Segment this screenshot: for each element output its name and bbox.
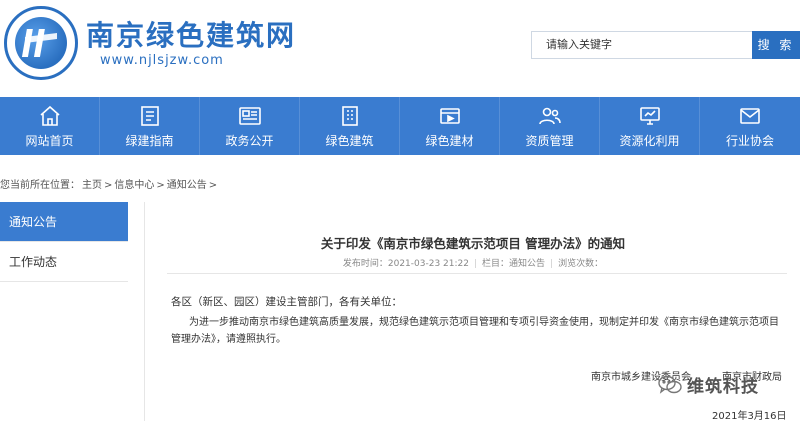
nav-label: 资源化利用 xyxy=(619,133,680,148)
nav-label: 绿色建筑 xyxy=(325,133,374,148)
breadcrumb-link-info[interactable]: 信息中心 xyxy=(114,180,154,191)
nav-label: 行业协会 xyxy=(725,133,774,148)
breadcrumb-separator: > xyxy=(156,180,165,191)
nav-item-recycling[interactable]: 资源化利用 xyxy=(600,97,700,155)
article-salutation: 各区（新区、园区）建设主管部门，各有关单位： xyxy=(171,296,402,308)
search-input[interactable]: 请输入关键字 xyxy=(531,31,753,59)
nav-label: 政务公开 xyxy=(225,133,274,148)
publish-time: 发布时间：2021-03-23 21:22 xyxy=(342,259,469,269)
meta-divider: | xyxy=(473,259,478,269)
article-date: 2021年3月16日 xyxy=(712,411,787,421)
breadcrumb-link-notice[interactable]: 通知公告 xyxy=(167,180,207,191)
nav-label: 资质管理 xyxy=(525,133,574,148)
watermark-text: 维筑科技 xyxy=(687,377,759,397)
users-icon xyxy=(538,107,561,124)
nav-item-home[interactable]: 网站首页 xyxy=(0,97,100,155)
newspaper-icon xyxy=(238,106,261,125)
sidebar-item-notices[interactable]: 通知公告 xyxy=(0,202,128,242)
building-icon xyxy=(341,105,358,126)
nav-item-gov[interactable]: 政务公开 xyxy=(200,97,300,155)
logo-emblem-icon xyxy=(15,17,67,69)
nav-item-association[interactable]: 行业协会 xyxy=(700,97,800,155)
nav-item-guide[interactable]: 绿建指南 xyxy=(100,97,200,155)
main-nav: 网站首页 绿建指南 政务公开 绿色建筑 绿色建材 资质管理 资源化利用 行业协会 xyxy=(0,97,800,155)
nav-label: 网站首页 xyxy=(25,133,74,148)
article-title: 关于印发《南京市绿色建筑示范项目 管理办法》的通知 xyxy=(320,236,626,251)
monitor-icon xyxy=(639,106,660,125)
breadcrumb-separator: > xyxy=(104,180,113,191)
sidebar-item-work-news[interactable]: 工作动态 xyxy=(0,242,128,282)
site-title: 南京绿色建筑网 xyxy=(86,19,297,52)
breadcrumb-prefix: 您当前所在位置： xyxy=(0,180,80,191)
watermark: 维筑科技 xyxy=(657,372,759,397)
search-button[interactable]: 搜 索 xyxy=(752,31,800,59)
book-icon xyxy=(140,105,159,126)
breadcrumb-separator: > xyxy=(208,180,218,191)
article-body: 为进一步推动南京市绿色建筑高质量发展，规范绿色建筑示范项目管理和专项引导资金使用… xyxy=(171,317,779,345)
video-icon xyxy=(439,107,460,124)
article-column: 栏目：通知公告 xyxy=(482,259,546,269)
site-logo[interactable] xyxy=(4,6,78,80)
nav-item-qualification[interactable]: 资质管理 xyxy=(500,97,600,155)
nav-label: 绿色建材 xyxy=(425,133,474,148)
nav-label: 绿建指南 xyxy=(125,133,174,148)
breadcrumb-link-home[interactable]: 主页 xyxy=(82,180,102,191)
wechat-icon xyxy=(658,375,682,394)
article-meta: 发布时间：2021-03-23 21:22 | 栏目：通知公告 | 浏览次数： xyxy=(145,256,800,269)
nav-item-green-building[interactable]: 绿色建筑 xyxy=(300,97,400,155)
site-header: 南京绿色建筑网 www.njlsjzw.com 请输入关键字 搜 索 xyxy=(0,0,800,97)
title-divider xyxy=(167,273,787,274)
sidebar: 通知公告 工作动态 xyxy=(0,202,128,282)
breadcrumb: 您当前所在位置： 主页 > 信息中心 > 通知公告 > xyxy=(0,176,219,191)
view-count: 浏览次数： xyxy=(558,259,604,269)
nav-item-green-material[interactable]: 绿色建材 xyxy=(400,97,500,155)
mail-icon xyxy=(740,107,760,124)
meta-divider: | xyxy=(550,259,554,269)
site-url: www.njlsjzw.com xyxy=(100,53,224,68)
home-icon xyxy=(39,105,60,126)
